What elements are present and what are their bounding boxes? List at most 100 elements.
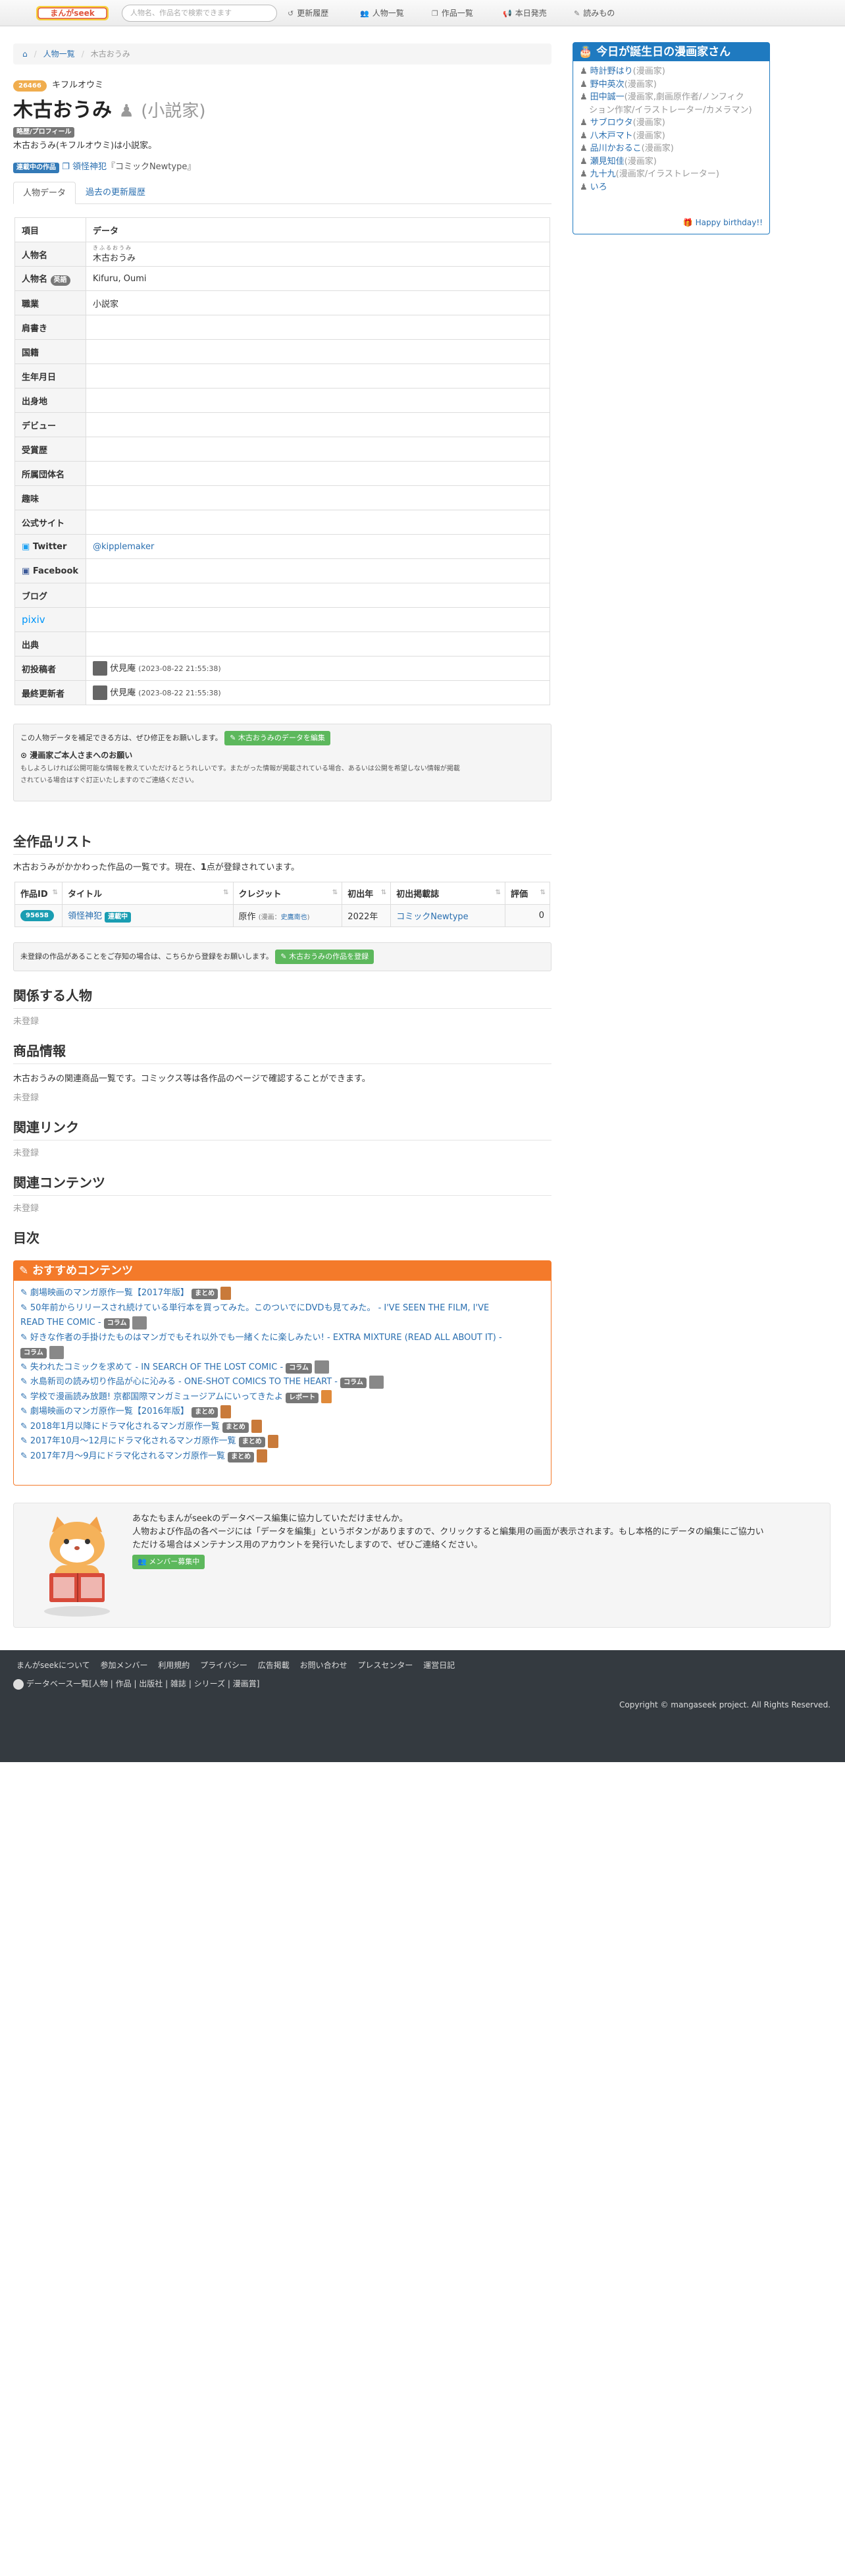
- products-none: 未登録: [13, 1093, 39, 1103]
- list-item[interactable]: ✎ 劇場映画のマンガ原作一覧【2016年版】 まとめ: [20, 1405, 544, 1420]
- tab-person-data[interactable]: 人物データ: [13, 182, 76, 204]
- list-item[interactable]: ✎ 好きな作者の手掛けたものはマンガでもそれ以外でも一緒くたに楽しみたい! - E…: [20, 1331, 544, 1346]
- thumbnail: [49, 1345, 64, 1359]
- tab-history[interactable]: 過去の更新履歴: [76, 182, 155, 204]
- person-kana: キフルオウミ: [51, 80, 103, 90]
- thumbnail: [267, 1434, 278, 1448]
- edit-icon: ✎: [20, 1377, 28, 1387]
- nav-history[interactable]: ↺ 更新履歴: [288, 0, 328, 26]
- table-header: 項目 データ: [14, 217, 550, 242]
- works-table: 作品ID ⇅ タイトル ⇅ クレジット ⇅ 初出年 ⇅ 初出掲載誌 ⇅ 評価 ⇅ 95658…: [14, 882, 550, 927]
- contents-none: 未登録: [13, 1204, 39, 1214]
- megaphone-icon: 📢: [503, 9, 512, 18]
- search-input[interactable]: 人物名、作品名で検索できます: [122, 5, 277, 22]
- table-row: 受賞歴: [14, 437, 550, 462]
- first-poster-link[interactable]: 伏見庵: [110, 664, 136, 674]
- list-item: ♟ 瀬見知佳(漫画家): [580, 156, 657, 167]
- magazine-link[interactable]: コミックNewtype: [396, 912, 468, 922]
- member-recruit-box: あなたもまんがseekのデータベース編集に協力していただけませんか。 人物および…: [13, 1503, 831, 1628]
- database-icon: [13, 1678, 24, 1690]
- list-item[interactable]: ✎ 劇場映画のマンガ原作一覧【2017年版】 まとめ: [20, 1286, 544, 1301]
- list-item[interactable]: ✎ 2018年1月以降にドラマ化されるマンガ原作一覧 まとめ: [20, 1420, 544, 1435]
- last-editor-link[interactable]: 伏見庵: [110, 688, 136, 698]
- footer-link-members[interactable]: 参加メンバー: [100, 1661, 147, 1670]
- table-row: ブログ: [14, 583, 550, 608]
- table-row: 人物名 英語 Kifuru, Oumi: [14, 266, 550, 291]
- recommended-contents: ✎ おすすめコンテンツ ✎ 劇場映画のマンガ原作一覧【2017年版】 まとめ ✎ 5…: [13, 1260, 551, 1486]
- list-item: ♟ 田中誠一(漫画家,劇画原作者/ノンフィク: [580, 92, 744, 102]
- footer-db-magazines[interactable]: 雑誌: [170, 1679, 186, 1688]
- list-item[interactable]: ✎ 2017年10月〜12月にドラマ化されるマンガ原作一覧 まとめ: [20, 1434, 544, 1449]
- nav-today-release[interactable]: 📢 本日発売: [503, 0, 547, 26]
- table-header: 作品ID ⇅ タイトル ⇅ クレジット ⇅ 初出年 ⇅ 初出掲載誌 ⇅ 評価 ⇅: [14, 882, 550, 905]
- footer-link-terms[interactable]: 利用規約: [158, 1661, 190, 1670]
- avatar: [93, 661, 107, 676]
- nav-reading[interactable]: ✎ 読みもの: [574, 0, 615, 26]
- sort-icon: ⇅: [540, 889, 546, 896]
- list-item: ♟ 八木戸マト(漫画家): [580, 130, 665, 141]
- contents-heading: 関連コンテンツ: [13, 1172, 551, 1196]
- footer-link-ads[interactable]: 広告掲載: [258, 1661, 290, 1670]
- table-row: ▣ Facebook: [14, 558, 550, 583]
- book-icon: ❐: [62, 162, 70, 172]
- work-title-link[interactable]: 領怪神犯: [68, 911, 102, 921]
- serial-work-link[interactable]: 領怪神犯: [72, 162, 107, 172]
- work-id-badge[interactable]: 95658: [20, 910, 54, 921]
- footer-db-series[interactable]: シリーズ: [194, 1679, 225, 1688]
- footer-link-press[interactable]: プレスセンター: [357, 1661, 413, 1670]
- site-logo[interactable]: まんがseek: [36, 4, 109, 22]
- book-icon: ❐: [432, 9, 438, 18]
- footer-link-contact[interactable]: お問い合わせ: [300, 1661, 347, 1670]
- user-icon: ♟: [580, 118, 588, 128]
- edit-icon: ✎: [230, 734, 238, 742]
- twitter-link[interactable]: @kipplemaker: [93, 542, 154, 552]
- user-icon: ♟: [580, 169, 588, 179]
- list-item[interactable]: ✎ 学校で漫画読み放題! 京都国際マンガミュージアムにいってきたよ レポート: [20, 1390, 544, 1405]
- edit-icon: ✎: [20, 1436, 28, 1446]
- products-desc: 木古おうみの関連商品一覧です。コミックス等は各作品のページで確認することができま…: [13, 1074, 371, 1084]
- list-item[interactable]: ✎ 2017年7月〜9月にドラマ化されるマンガ原作一覧 まとめ: [20, 1449, 544, 1464]
- nav-people[interactable]: 👥 人物一覧: [360, 0, 404, 26]
- member-recruit-button[interactable]: 👥 メンバー募集中: [132, 1555, 205, 1569]
- top-navbar: まんがseek 人物名、作品名で検索できます ↺ 更新履歴 👥 人物一覧 ❐ 作品一覧…: [0, 0, 845, 26]
- footer-link-about[interactable]: まんがseekについて: [16, 1661, 90, 1670]
- pixiv-logo: pixiv: [22, 614, 45, 626]
- edit-notice-box: この人物データを補足できる方は、ぜひ修正をお願いします。 ✎ 木古おうみのデータ…: [13, 724, 551, 801]
- breadcrumb: ⌂ / 人物一覧 / 木古おうみ: [13, 43, 551, 65]
- copyright: Copyright © mangaseek project. All Right…: [619, 1700, 831, 1709]
- home-icon[interactable]: ⌂: [22, 49, 28, 59]
- table-row: 国籍: [14, 339, 550, 364]
- list-item[interactable]: コラム: [20, 1345, 544, 1360]
- nav-works[interactable]: ❐ 作品一覧: [432, 0, 473, 26]
- edit-person-button[interactable]: ✎ 木古おうみのデータを編集: [224, 731, 330, 745]
- serial-row: 連載中の作品 ❐ 領怪神犯『コミックNewtype』: [13, 159, 195, 173]
- products-heading: 商品情報: [13, 1040, 551, 1064]
- footer-link-privacy[interactable]: プライバシー: [200, 1661, 247, 1670]
- list-item[interactable]: ✎ 失われたコミックを求めて - IN SEARCH OF THE LOST CO…: [20, 1360, 544, 1376]
- cake-icon: 🎂: [578, 45, 597, 59]
- list-item[interactable]: ✎ 50年前からリリースされ続けている単行本を買ってみた。このついでにDVDも見て…: [20, 1301, 544, 1316]
- user-icon: ♟: [580, 130, 588, 141]
- list-item: ♟ 野中英次(漫画家): [580, 79, 657, 90]
- register-work-button[interactable]: ✎ 木古おうみの作品を登録: [275, 950, 374, 964]
- person-info-table: 項目 データ 人物名 きふるおうみ 木古おうみ 人物名 英語 Kifuru, Oumi …: [14, 217, 550, 705]
- footer-db-publishers[interactable]: 出版社: [139, 1679, 163, 1688]
- related-people-heading: 関係する人物: [13, 985, 551, 1009]
- pencil-icon: ✎: [19, 1264, 33, 1277]
- list-item[interactable]: READ THE COMIC - コラム: [20, 1316, 544, 1331]
- breadcrumb-current: 木古おうみ: [90, 49, 130, 59]
- footer-db-awards[interactable]: 漫画賞: [233, 1679, 257, 1688]
- works-desc: 木古おうみがかかわった作品の一覧です。現在、1点が登録されています。: [13, 863, 300, 872]
- footer-db-people[interactable]: 人物: [92, 1679, 108, 1688]
- table-row: 出身地: [14, 388, 550, 413]
- register-work-box: 未登録の作品があることをご存知の場合は、こちらから登録をお願いします。 ✎ 木古…: [13, 942, 551, 971]
- footer-db-works[interactable]: 作品: [116, 1679, 132, 1688]
- edit-icon: ✎: [20, 1362, 28, 1372]
- people-icon: 👥: [138, 1557, 149, 1566]
- footer-link-blog[interactable]: 運営日記: [423, 1661, 455, 1670]
- person-tabs: 人物データ 過去の更新履歴: [13, 182, 551, 204]
- breadcrumb-people-list[interactable]: 人物一覧: [43, 49, 75, 59]
- facebook-icon: ▣: [22, 566, 30, 576]
- list-item[interactable]: ✎ 水島新司の読み切り作品が心に沁みる - ONE-SHOT COMICS TO …: [20, 1375, 544, 1390]
- credit-person-link[interactable]: 史鷹南也: [281, 914, 307, 921]
